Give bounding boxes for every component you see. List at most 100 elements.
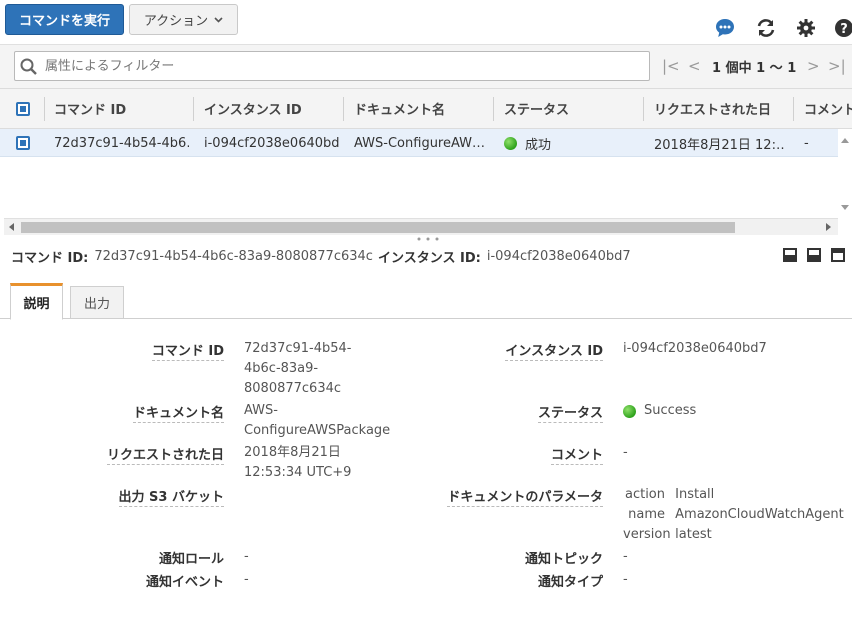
success-status-icon bbox=[504, 136, 517, 150]
refresh-icon[interactable] bbox=[755, 17, 777, 39]
filter-input[interactable] bbox=[43, 56, 643, 76]
scroll-left-icon[interactable] bbox=[8, 223, 14, 231]
value-line: 2018年8月21日 bbox=[244, 445, 341, 460]
detail-command-id-label: コマンド ID: bbox=[11, 251, 89, 266]
toolbar: コマンドを実行 アクション ? bbox=[0, 0, 852, 44]
field-value-document: AWS- ConfigureAWSPackage bbox=[244, 401, 390, 441]
field-value-notify-event: - bbox=[244, 572, 249, 587]
param-key: action bbox=[624, 487, 665, 502]
status-text: Success bbox=[644, 403, 697, 418]
select-all-checkbox[interactable] bbox=[16, 89, 30, 128]
column-header-comment[interactable]: コメント bbox=[804, 89, 852, 128]
first-page-icon[interactable]: |< bbox=[662, 57, 680, 75]
table-header: コマンド ID インスタンス ID ドキュメント名 ステータス リクエストされた… bbox=[0, 88, 852, 129]
row-checkbox[interactable] bbox=[16, 129, 30, 157]
field-value-command-id: 72d37c91-4b54- 4b6c-83a9- 8080877c634c bbox=[244, 339, 351, 399]
pager-text: 1 個中 1 ～ 1 bbox=[712, 61, 797, 76]
field-label-notify-topic: 通知トピック bbox=[524, 552, 603, 567]
layout-full-panel-icon[interactable] bbox=[831, 248, 845, 262]
detail-command-id-value: 72d37c91-4b54-4b6c-83a9-8080877c634c bbox=[94, 249, 373, 264]
param-key: name bbox=[628, 507, 665, 522]
column-divider[interactable] bbox=[44, 97, 45, 121]
layout-half-panel-icon[interactable] bbox=[807, 248, 821, 262]
success-status-icon bbox=[623, 404, 636, 418]
field-label-s3-bucket: 出力 S3 バケット bbox=[118, 486, 224, 507]
value-line: AWS- bbox=[244, 403, 278, 418]
column-header-document[interactable]: ドキュメント名 bbox=[354, 89, 489, 128]
filter-bar: |< < 1 個中 1 ～ 1 > >| bbox=[0, 44, 852, 88]
detail-command-id: コマンド ID: 72d37c91-4b54-4b6c-83a9-8080877… bbox=[11, 247, 373, 266]
scroll-down-icon[interactable] bbox=[841, 205, 849, 211]
column-header-requested[interactable]: リクエストされた日 bbox=[654, 89, 789, 128]
tab-output[interactable]: 出力 bbox=[70, 286, 124, 319]
column-header-command-id[interactable]: コマンド ID bbox=[54, 89, 189, 128]
cell-document: AWS-ConfigureAW… bbox=[354, 135, 486, 151]
svg-text:?: ? bbox=[840, 22, 848, 37]
column-divider[interactable] bbox=[793, 97, 794, 121]
scrollbar-thumb[interactable] bbox=[21, 222, 735, 233]
actions-label: アクション bbox=[143, 14, 209, 29]
actions-dropdown[interactable]: アクション bbox=[129, 4, 238, 35]
field-label-notify-event: 通知イベント bbox=[145, 575, 224, 590]
field-label-notify-type: 通知タイプ bbox=[537, 575, 603, 590]
field-label-command-id: コマンド ID bbox=[151, 340, 224, 361]
param-row: version latest bbox=[623, 525, 844, 545]
help-icon[interactable]: ? bbox=[833, 17, 852, 39]
prev-page-icon[interactable]: < bbox=[688, 57, 701, 75]
column-divider[interactable] bbox=[493, 97, 494, 121]
layout-bottom-panel-icon[interactable] bbox=[783, 248, 797, 262]
run-command-button[interactable]: コマンドを実行 bbox=[5, 4, 124, 35]
panel-splitter-handle[interactable] bbox=[0, 235, 852, 243]
vertical-scrollbar[interactable] bbox=[838, 129, 852, 217]
scroll-up-icon[interactable] bbox=[841, 137, 849, 143]
value-line: ConfigureAWSPackage bbox=[244, 423, 391, 438]
cell-comment: - bbox=[804, 135, 809, 151]
param-row: action Install bbox=[623, 485, 844, 505]
field-label-comment: コメント bbox=[550, 444, 603, 465]
field-label-document: ドキュメント名 bbox=[132, 402, 224, 423]
checkbox[interactable] bbox=[16, 101, 30, 116]
detail-instance-id-value: i-094cf2038e0640bd7 bbox=[486, 249, 631, 264]
value-line: 72d37c91-4b54- bbox=[244, 341, 352, 356]
last-page-icon[interactable]: >| bbox=[828, 57, 846, 75]
field-value-notify-type: - bbox=[623, 572, 628, 587]
search-icon bbox=[20, 58, 37, 75]
detail-instance-id-label: インスタンス ID: bbox=[378, 251, 481, 266]
filter-search-box[interactable] bbox=[14, 51, 650, 81]
field-label-instance-id: インスタンス ID bbox=[505, 340, 603, 361]
column-divider[interactable] bbox=[193, 97, 194, 121]
tab-description[interactable]: 説明 bbox=[10, 283, 63, 320]
status-text: 成功 bbox=[525, 137, 552, 153]
value-line: 12:53:34 UTC+9 bbox=[244, 465, 352, 480]
cell-instance-id: i-094cf2038e0640bd7 bbox=[204, 135, 339, 151]
field-label-status: ステータス bbox=[537, 402, 603, 423]
chat-icon[interactable] bbox=[714, 17, 736, 39]
column-divider[interactable] bbox=[643, 97, 644, 121]
field-value-comment: - bbox=[623, 445, 628, 460]
detail-instance-id: インスタンス ID: i-094cf2038e0640bd7 bbox=[378, 247, 631, 266]
cell-command-id: 72d37c91-4b54-4b6… bbox=[54, 135, 189, 151]
value-line: 8080877c634c bbox=[244, 381, 342, 396]
param-key: version bbox=[623, 527, 671, 542]
chevron-down-icon bbox=[214, 16, 223, 23]
detail-tabs: 説明 出力 bbox=[0, 283, 852, 320]
horizontal-scrollbar[interactable] bbox=[4, 218, 838, 235]
column-divider[interactable] bbox=[343, 97, 344, 121]
next-page-icon[interactable]: > bbox=[807, 57, 820, 75]
scroll-right-icon[interactable] bbox=[826, 223, 832, 231]
column-header-instance-id[interactable]: インスタンス ID bbox=[204, 89, 339, 128]
field-value-requested: 2018年8月21日 12:53:34 UTC+9 bbox=[244, 443, 351, 483]
gear-icon[interactable] bbox=[795, 17, 817, 39]
cell-status: 成功 bbox=[504, 129, 639, 157]
field-value-instance-id: i-094cf2038e0640bd7 bbox=[623, 341, 767, 356]
param-value: AmazonCloudWatchAgent bbox=[675, 507, 844, 522]
field-value-notify-role: - bbox=[244, 549, 249, 564]
cell-requested: 2018年8月21日 12:… bbox=[654, 137, 784, 153]
column-header-status[interactable]: ステータス bbox=[504, 89, 639, 128]
param-value: Install bbox=[675, 487, 715, 502]
checkbox[interactable] bbox=[16, 136, 30, 150]
param-row: name AmazonCloudWatchAgent bbox=[623, 505, 844, 525]
drag-handle-icon[interactable] bbox=[416, 237, 440, 241]
table-row[interactable]: 72d37c91-4b54-4b6… i-094cf2038e0640bd7 A… bbox=[0, 129, 838, 157]
field-label-doc-params: ドキュメントのパラメータ bbox=[447, 486, 603, 507]
